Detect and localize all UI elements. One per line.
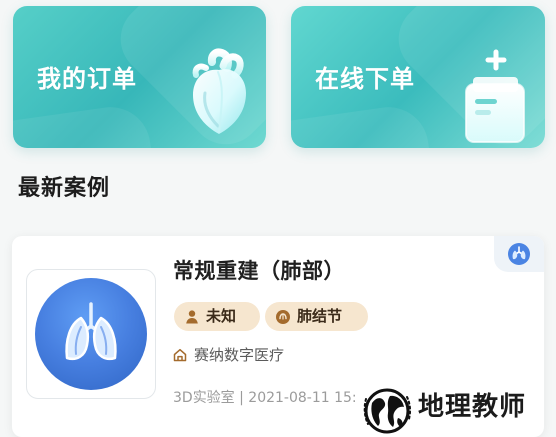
tag-lung-nodule: 肺结节: [265, 302, 368, 331]
case-title: 常规重建（肺部）: [173, 259, 345, 283]
person-icon: [186, 309, 198, 323]
add-document-icon: [465, 49, 525, 143]
online-order-card[interactable]: 在线下单: [291, 6, 545, 148]
nodule-icon: [276, 309, 290, 324]
case-meta: 3D实验室 | 2021-08-11 15:: [173, 390, 357, 406]
heart-icon: [192, 48, 246, 140]
thumbnail-circle: [35, 278, 147, 390]
case-card[interactable]: 常规重建（肺部） 未知 肺结节 赛纳数字医疗 3D实验室 | 2021-08-1…: [12, 236, 544, 437]
home-icon: [173, 348, 187, 362]
lungs-icon: [65, 302, 117, 361]
case-thumbnail: [26, 269, 156, 399]
corner-badge: [494, 236, 544, 272]
tag-label-nodule: 肺结节: [297, 307, 343, 325]
app-page: 我的订单 在线下单 最新案例 常规重建（肺部） 未知 肺结节 赛纳数字医疗 3D…: [0, 0, 556, 437]
hospital-info: 赛纳数字医疗: [173, 342, 284, 368]
hospital-name: 赛纳数字医疗: [194, 346, 285, 364]
my-orders-title: 我的订单: [37, 65, 137, 93]
tag-unknown: 未知: [174, 302, 260, 331]
latest-cases-title: 最新案例: [18, 176, 111, 201]
my-orders-card[interactable]: 我的订单: [13, 6, 266, 148]
tag-label-unknown: 未知: [206, 307, 237, 325]
online-order-title: 在线下单: [315, 65, 415, 93]
lungs-badge-icon: [508, 243, 530, 265]
